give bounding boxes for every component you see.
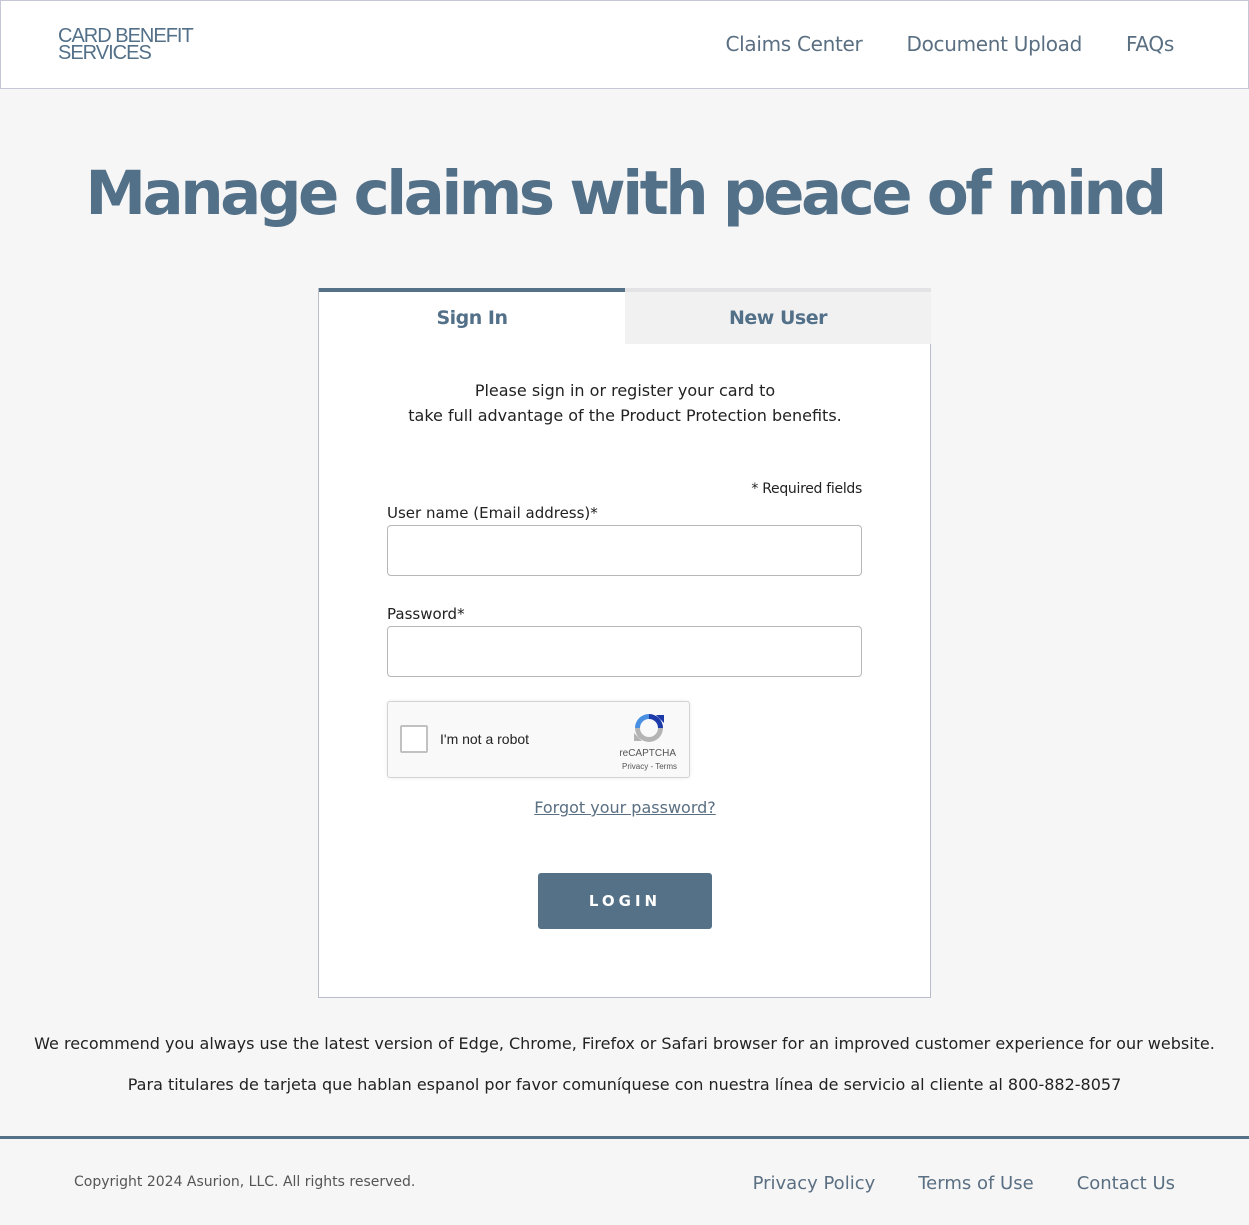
intro-line-1: Please sign in or register your card to xyxy=(474,381,776,400)
intro-line-2: take full advantage of the Product Prote… xyxy=(408,406,842,425)
recaptcha-label: I'm not a robot xyxy=(440,731,530,747)
site-logo[interactable]: CARD BENEFIT SERVICES xyxy=(58,26,194,64)
site-footer: Copyright 2024 Asurion, LLC. All rights … xyxy=(0,1136,1249,1225)
login-button[interactable]: LOGIN xyxy=(538,873,712,929)
forgot-password-link[interactable]: Forgot your password? xyxy=(534,798,716,817)
tab-new-user[interactable]: New User xyxy=(625,288,931,344)
page-title: Manage claims with peace of mind xyxy=(85,158,1167,229)
footer-privacy-policy[interactable]: Privacy Policy xyxy=(753,1173,876,1194)
recaptcha-icon xyxy=(634,714,664,742)
site-header: CARD BENEFIT SERVICES Claims Center Docu… xyxy=(0,0,1249,89)
footer-contact-us[interactable]: Contact Us xyxy=(1077,1173,1175,1194)
main-nav: Claims Center Document Upload FAQs xyxy=(725,32,1174,56)
recaptcha-brand: reCAPTCHA xyxy=(619,748,676,759)
password-input[interactable] xyxy=(387,626,862,677)
tab-sign-in[interactable]: Sign In xyxy=(319,288,625,344)
intro-text: Please sign in or register your card to … xyxy=(319,378,931,428)
nav-claims-center[interactable]: Claims Center xyxy=(725,32,862,56)
footer-terms-of-use[interactable]: Terms of Use xyxy=(918,1173,1033,1194)
copyright-text: Copyright 2024 Asurion, LLC. All rights … xyxy=(74,1174,416,1190)
forgot-password-row: Forgot your password? xyxy=(319,798,931,817)
username-label: User name (Email address)* xyxy=(387,504,598,522)
required-fields-note: * Required fields xyxy=(751,481,862,497)
sign-in-card: Sign In New User Please sign in or regis… xyxy=(318,288,931,998)
auth-tabs: Sign In New User xyxy=(319,288,931,344)
footer-links: Privacy Policy Terms of Use Contact Us xyxy=(753,1173,1175,1194)
recaptcha-checkbox[interactable] xyxy=(400,725,428,753)
nav-faqs[interactable]: FAQs xyxy=(1126,32,1174,56)
username-input[interactable] xyxy=(387,525,862,576)
nav-document-upload[interactable]: Document Upload xyxy=(906,32,1082,56)
recaptcha-links[interactable]: Privacy - Terms xyxy=(622,762,677,771)
spanish-service-note: Para titulares de tarjeta que hablan esp… xyxy=(127,1075,1122,1094)
logo-line-2: SERVICES xyxy=(58,42,152,64)
recaptcha-widget: I'm not a robot reCAPTCHA Privacy - Term… xyxy=(387,701,690,778)
browser-recommendation: We recommend you always use the latest v… xyxy=(34,1034,1215,1053)
password-label: Password* xyxy=(387,605,465,623)
